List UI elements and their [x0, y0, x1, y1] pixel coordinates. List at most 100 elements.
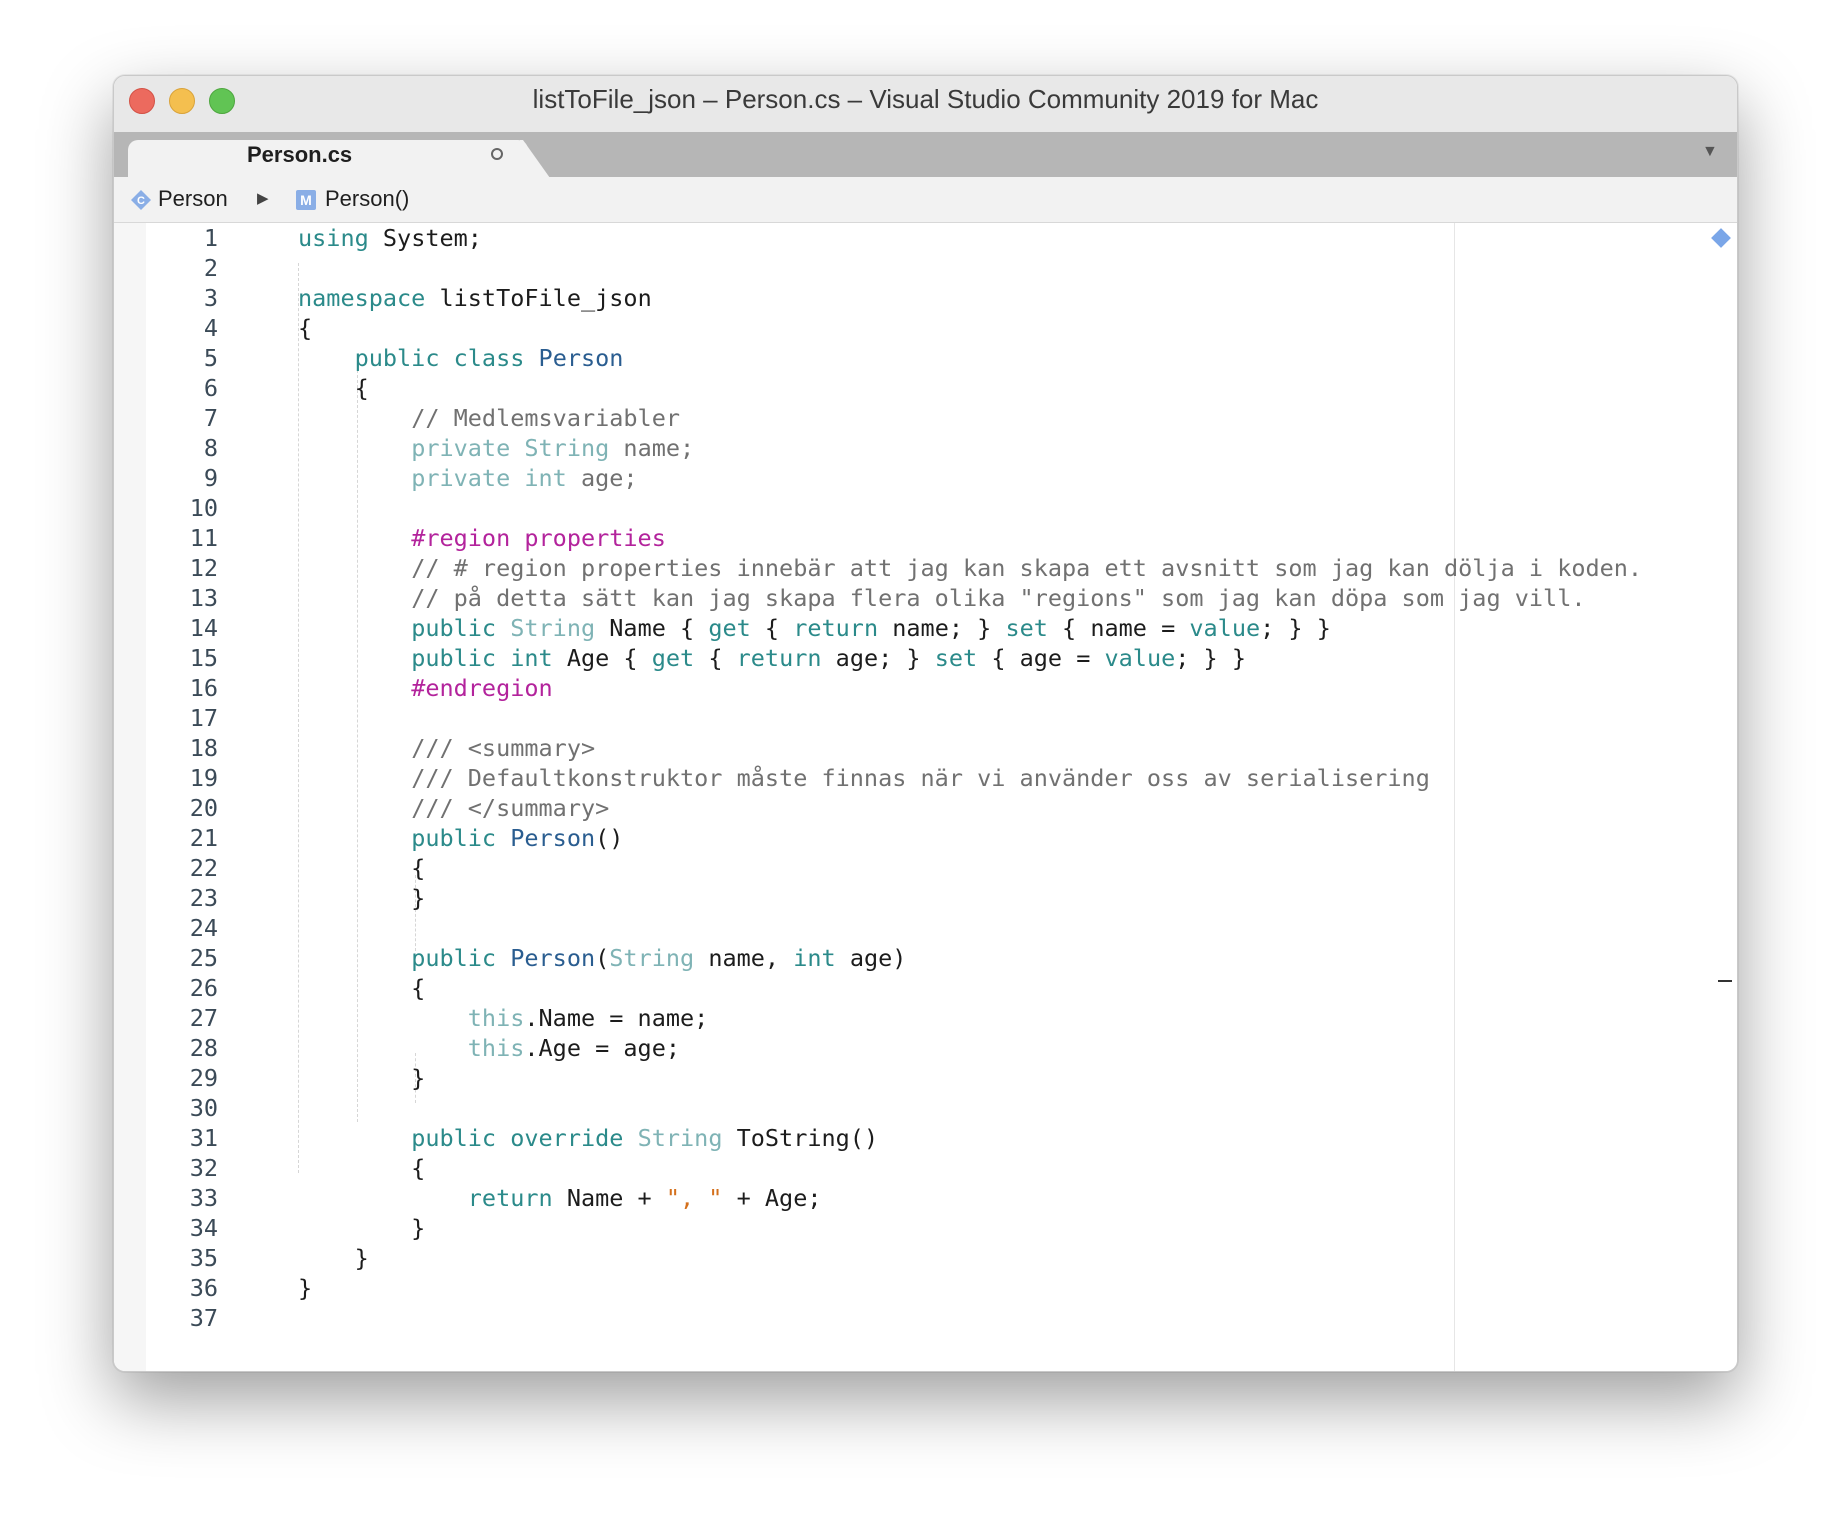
- code-text[interactable]: return Name + ", " + Age;: [298, 1183, 822, 1213]
- code-token: // # region properties innebär att jag k…: [411, 554, 1643, 582]
- code-text[interactable]: this.Name = name;: [298, 1003, 709, 1033]
- chevron-down-icon[interactable]: ▼: [1702, 143, 1718, 161]
- code-text[interactable]: public String Name { get { return name; …: [298, 613, 1331, 643]
- code-token: String: [637, 1124, 723, 1152]
- code-text[interactable]: public Person(): [298, 823, 623, 853]
- breadcrumb-class[interactable]: Person: [158, 186, 228, 212]
- tab-bar: [114, 132, 1737, 178]
- code-text[interactable]: /// </summary>: [298, 793, 609, 823]
- code-token: {: [298, 374, 369, 402]
- code-text[interactable]: #region properties: [298, 523, 666, 553]
- breadcrumb: C Person ▶ M Person(): [114, 177, 1737, 223]
- code-token: #endregion: [411, 674, 553, 702]
- line-number: 15: [189, 644, 218, 672]
- code-token: .Age = age;: [524, 1034, 681, 1062]
- code-text[interactable]: // # region properties innebär att jag k…: [298, 553, 1642, 583]
- line-number: 25: [189, 944, 218, 972]
- code-token: }: [298, 1214, 426, 1242]
- line-number: 7: [203, 404, 218, 432]
- line-number: 28: [189, 1034, 218, 1062]
- code-token: Name +: [552, 1184, 666, 1212]
- code-token: public: [354, 344, 440, 372]
- line-number: 5: [203, 344, 218, 372]
- column-ruler: [1454, 223, 1455, 1371]
- code-token: public: [411, 824, 497, 852]
- code-text[interactable]: // Medlemsvariabler: [298, 403, 680, 433]
- code-text[interactable]: #endregion: [298, 673, 553, 703]
- code-text[interactable]: {: [298, 373, 369, 403]
- code-text[interactable]: }: [298, 1213, 425, 1243]
- code-token: value: [1104, 644, 1176, 672]
- code-token: Person: [510, 824, 596, 852]
- code-text[interactable]: public class Person: [298, 343, 624, 373]
- code-token: name; }: [878, 614, 1006, 642]
- code-token: private: [411, 434, 511, 462]
- code-token: age; }: [821, 644, 935, 672]
- code-text[interactable]: using System;: [298, 223, 482, 253]
- line-number: 2: [203, 254, 218, 282]
- code-text[interactable]: }: [298, 1063, 425, 1093]
- code-token: String: [609, 944, 695, 972]
- code-text[interactable]: public override String ToString(): [298, 1123, 878, 1153]
- code-text[interactable]: this.Age = age;: [298, 1033, 680, 1063]
- code-token: // på detta sätt kan jag skapa flera oli…: [411, 584, 1586, 612]
- code-text[interactable]: namespace listToFile_json: [298, 283, 652, 313]
- code-token: }: [298, 884, 426, 912]
- code-text[interactable]: }: [298, 1243, 369, 1273]
- code-text[interactable]: public int Age { get { return age; } set…: [298, 643, 1246, 673]
- tab-label[interactable]: Person.cs: [247, 142, 352, 168]
- code-text[interactable]: // på detta sätt kan jag skapa flera oli…: [298, 583, 1586, 613]
- line-number: 29: [189, 1064, 218, 1092]
- code-token: // Medlemsvariabler: [411, 404, 681, 432]
- line-number: 13: [189, 584, 218, 612]
- breadcrumb-member[interactable]: Person(): [325, 186, 409, 212]
- line-number: 23: [189, 884, 218, 912]
- code-text[interactable]: private int age;: [298, 463, 638, 493]
- line-number: 17: [189, 704, 218, 732]
- code-text[interactable]: /// <summary>: [298, 733, 595, 763]
- scroll-position-marker[interactable]: [1718, 980, 1732, 982]
- line-number: 4: [203, 314, 218, 342]
- code-text[interactable]: private String name;: [298, 433, 694, 463]
- code-text[interactable]: }: [298, 883, 425, 913]
- code-text[interactable]: {: [298, 313, 312, 343]
- code-text[interactable]: public Person(String name, int age): [298, 943, 906, 973]
- line-number: 11: [189, 524, 218, 552]
- code-text[interactable]: {: [298, 1153, 425, 1183]
- code-text[interactable]: {: [298, 973, 425, 1003]
- code-token: public: [411, 614, 497, 642]
- line-number: 31: [189, 1124, 218, 1152]
- line-number: 14: [189, 614, 218, 642]
- line-number: 33: [189, 1184, 218, 1212]
- code-text[interactable]: }: [298, 1273, 312, 1303]
- line-number: 9: [203, 464, 218, 492]
- code-token: private: [411, 464, 511, 492]
- code-editor[interactable]: 1 using System; 2 3 namespace listToFile_jso…: [114, 223, 1737, 1371]
- code-token: age;: [566, 464, 638, 492]
- code-token: public: [411, 644, 497, 672]
- code-token: {: [750, 614, 794, 642]
- code-text[interactable]: /// Defaultkonstruktor måste finnas när …: [298, 763, 1430, 793]
- bookmark-diamond-icon[interactable]: [1711, 228, 1731, 248]
- tab-close-icon[interactable]: [491, 148, 503, 160]
- svg-text:C: C: [137, 195, 145, 207]
- code-token: ; } }: [1260, 614, 1331, 642]
- code-text[interactable]: {: [298, 853, 425, 883]
- code-token: {: [298, 974, 426, 1002]
- line-number: 18: [189, 734, 218, 762]
- play-arrow-icon: ▶: [257, 190, 269, 207]
